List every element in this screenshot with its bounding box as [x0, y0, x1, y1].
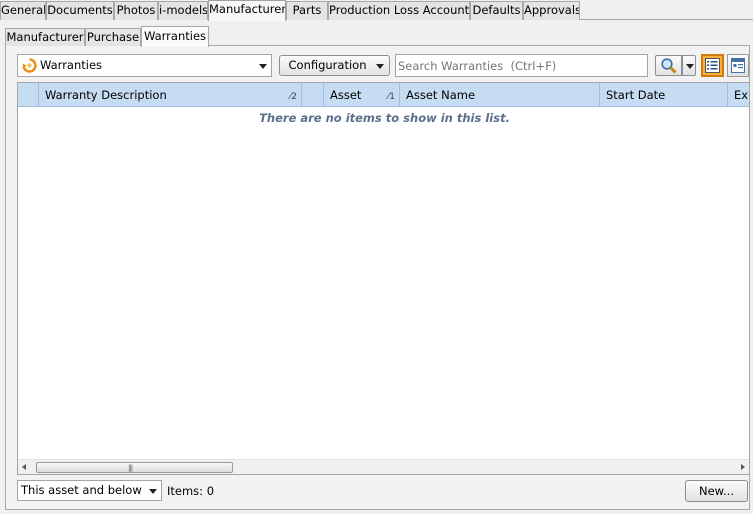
tab-manufacturer[interactable]: Manufacturer — [208, 0, 286, 21]
column-label: Asset Name — [406, 88, 476, 102]
column-label: Exp — [734, 88, 749, 102]
chevron-down-icon — [686, 64, 694, 69]
sort-order-indicator: ⁄1 — [387, 92, 395, 102]
horizontal-scrollbar[interactable]: ||| — [18, 459, 749, 474]
scope-selector-value: This asset and below — [21, 483, 142, 497]
scroll-left-icon[interactable] — [22, 464, 26, 470]
configuration-label: Configuration — [288, 58, 367, 72]
tab-general[interactable]: General — [0, 1, 46, 20]
sort-order-indicator: ⁄2 — [289, 92, 297, 102]
subtab-warranties[interactable]: Warranties — [141, 26, 209, 47]
column-label: Asset — [330, 88, 362, 102]
column-header-asset[interactable]: Asset ⁄1 — [324, 83, 400, 107]
view-selector[interactable]: Warranties — [17, 54, 272, 77]
refresh-circle-icon — [22, 58, 37, 73]
column-header-expiry[interactable]: Exp — [728, 83, 749, 107]
detail-view-button[interactable] — [727, 54, 749, 77]
column-header-warranty-description[interactable]: Warranty Description ⁄2 — [39, 83, 302, 107]
tab-production-loss-accounting[interactable]: Production Loss Accounting — [328, 1, 470, 20]
tab-approvals[interactable]: Approvals — [523, 1, 580, 20]
tab-documents[interactable]: Documents — [46, 1, 114, 20]
items-count: Items: 0 — [167, 484, 215, 498]
grid-header: Warranty Description ⁄2 Asset ⁄1 Asset N… — [18, 83, 749, 107]
list-view-icon — [705, 58, 720, 73]
configuration-button[interactable]: Configuration — [279, 55, 390, 76]
subtab-manufacturer[interactable]: Manufacturer — [5, 28, 85, 46]
subtab-purchase[interactable]: Purchase — [85, 28, 141, 46]
scope-selector[interactable]: This asset and below — [17, 480, 162, 501]
sub-tab-strip: Manufacturer Purchase Warranties — [5, 26, 750, 47]
scroll-right-icon[interactable] — [741, 464, 745, 470]
tab-photos[interactable]: Photos — [114, 1, 158, 20]
new-button[interactable]: New... — [685, 480, 748, 502]
chevron-down-icon — [376, 64, 384, 69]
top-tab-strip: General Documents Photos i-models Manufa… — [0, 0, 753, 21]
column-header-selector[interactable] — [18, 83, 39, 107]
view-selector-value: Warranties — [40, 58, 103, 72]
detail-view-icon — [731, 58, 745, 73]
chevron-down-icon — [259, 64, 267, 69]
chevron-down-icon — [149, 489, 157, 494]
column-label: Start Date — [606, 88, 666, 102]
warranties-grid[interactable]: Warranty Description ⁄2 Asset ⁄1 Asset N… — [17, 82, 750, 475]
tab-parts[interactable]: Parts — [286, 1, 328, 20]
column-header-asset-name[interactable]: Asset Name — [400, 83, 600, 107]
search-input[interactable] — [395, 54, 648, 77]
list-view-button[interactable] — [701, 54, 724, 77]
column-header-start-date[interactable]: Start Date — [600, 83, 728, 107]
scrollbar-thumb[interactable]: ||| — [36, 462, 233, 473]
search-button[interactable] — [655, 55, 682, 76]
empty-list-message: There are no items to show in this list. — [259, 111, 510, 125]
tab-i-models[interactable]: i-models — [158, 1, 208, 20]
column-label: Warranty Description — [45, 88, 167, 102]
search-options-dropdown[interactable] — [682, 55, 696, 76]
grip-icon: ||| — [128, 464, 133, 472]
column-header-spacer[interactable] — [302, 83, 324, 107]
tab-defaults[interactable]: Defaults — [470, 1, 523, 20]
magnifier-icon — [661, 58, 677, 74]
